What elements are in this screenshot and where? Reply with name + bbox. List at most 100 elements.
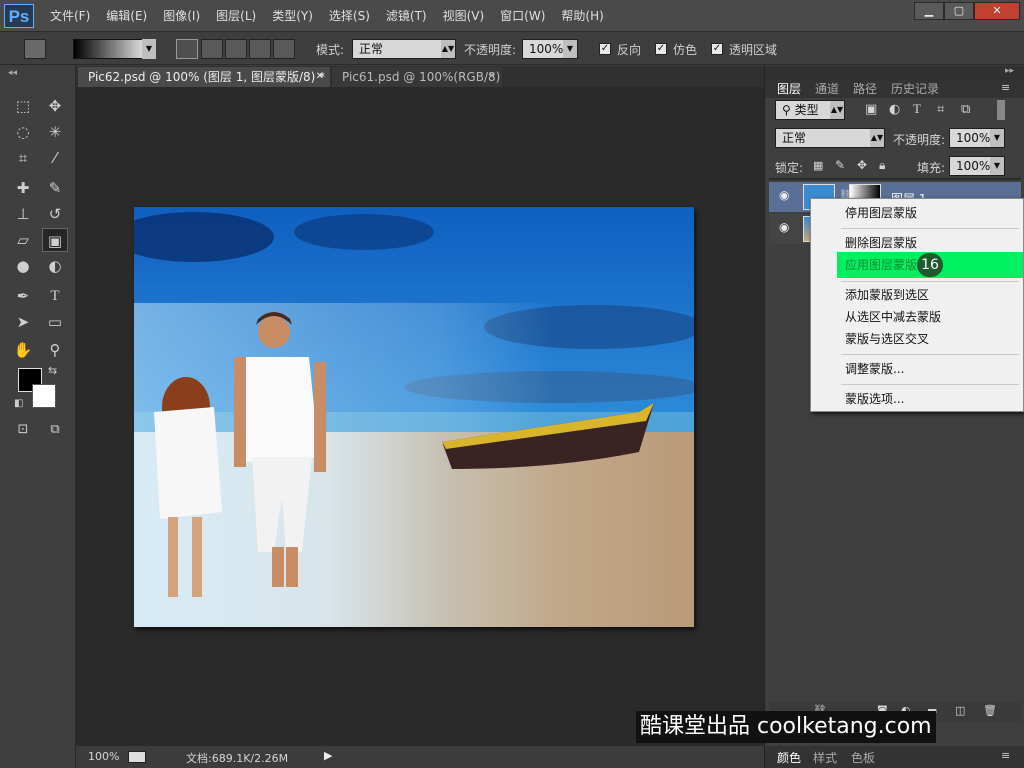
menu-item-delete-mask[interactable]: 删除图层蒙版 <box>845 234 917 252</box>
opacity-field[interactable]: 100% ▼ <box>522 39 578 59</box>
adjustment-filter-icon[interactable]: ◐ <box>889 102 900 117</box>
panel-menu-icon[interactable]: ≡ <box>1001 81 1010 94</box>
status-preview-icon[interactable] <box>128 751 146 763</box>
menu-divider <box>841 384 1019 385</box>
lock-all-icon[interactable]: 🔒︎ <box>879 158 885 173</box>
menu-file[interactable]: 文件(F) <box>42 0 98 32</box>
lock-pixels-icon[interactable]: ✎ <box>835 158 845 172</box>
collapse-icon[interactable]: ◂◂ <box>8 68 17 78</box>
transparency-checkbox[interactable]: ✓ <box>711 43 723 55</box>
swap-colors-icon[interactable]: ⇆ <box>48 364 57 377</box>
pen-tool-icon[interactable]: ✒ <box>10 284 36 308</box>
dither-checkbox[interactable]: ✓ <box>655 43 667 55</box>
shape-filter-icon[interactable]: ⌗ <box>937 102 944 117</box>
eye-icon[interactable]: ◉ <box>779 220 789 234</box>
brush-tool-icon[interactable]: ✎ <box>42 176 68 200</box>
tab-pic62[interactable]: Pic62.psd @ 100% (图层 1, 图层蒙版/8) * ✕ <box>78 67 330 87</box>
linear-gradient-icon[interactable] <box>176 39 198 59</box>
lock-transparent-icon[interactable]: ▦ <box>813 159 823 172</box>
menu-item-mask-options[interactable]: 蒙版选项... <box>845 390 904 408</box>
eyedropper-tool-icon[interactable]: ⁄ <box>42 146 68 170</box>
gradient-tool-icon[interactable]: ▣ <box>42 228 68 252</box>
blur-tool-icon[interactable]: ● <box>10 254 36 278</box>
maximize-button[interactable]: ▢ <box>944 2 974 20</box>
search-icon: ⚲ <box>782 103 795 117</box>
type-filter-icon[interactable]: T <box>913 101 921 117</box>
fill-field[interactable]: 100% ▼ <box>949 156 1005 176</box>
panel-menu-icon[interactable]: ≡ <box>1001 749 1010 762</box>
menu-item-disable-mask[interactable]: 停用图层蒙版 <box>845 204 917 222</box>
tab-swatches[interactable]: 色板 <box>851 749 875 766</box>
filter-toggle[interactable] <box>997 100 1005 120</box>
eye-icon[interactable]: ◉ <box>779 188 789 202</box>
clone-stamp-tool-icon[interactable]: ⊥ <box>10 202 36 226</box>
color-tab-bar: 颜色 样式 色板 ≡ <box>765 746 1024 768</box>
tab-channels[interactable]: 通道 <box>815 81 839 97</box>
quick-mask-icon[interactable]: ⊡ <box>10 418 36 442</box>
diamond-gradient-icon[interactable] <box>273 39 295 59</box>
close-button[interactable]: ✕ <box>974 2 1020 20</box>
hand-tool-icon[interactable]: ✋ <box>10 338 36 362</box>
angle-gradient-icon[interactable] <box>225 39 247 59</box>
new-layer-icon[interactable]: ◫ <box>955 704 965 717</box>
reverse-checkbox[interactable]: ✓ <box>599 43 611 55</box>
menu-item-subtract-mask[interactable]: 从选区中减去蒙版 <box>845 308 941 326</box>
background-color-swatch[interactable] <box>32 384 56 408</box>
menu-item-refine-mask[interactable]: 调整蒙版... <box>845 360 904 378</box>
dodge-tool-icon[interactable]: ◐ <box>42 254 68 278</box>
lasso-tool-icon[interactable]: ◌ <box>10 120 36 144</box>
eraser-tool-icon[interactable]: ▱ <box>10 228 36 252</box>
layer-opacity-field[interactable]: 100% ▼ <box>949 128 1005 148</box>
menu-item-intersect-mask[interactable]: 蒙版与选区交叉 <box>845 330 929 348</box>
collapse-icon[interactable]: ▸▸ <box>1005 66 1014 76</box>
tab-paths[interactable]: 路径 <box>853 81 877 97</box>
marquee-tool-icon[interactable]: ⬚ <box>10 94 36 118</box>
blend-mode-select[interactable]: 正常 ▲▼ <box>775 128 885 148</box>
healing-brush-tool-icon[interactable]: ✚ <box>10 176 36 200</box>
menu-select[interactable]: 选择(S) <box>321 0 378 32</box>
radial-gradient-icon[interactable] <box>201 39 223 59</box>
history-brush-tool-icon[interactable]: ↺ <box>42 202 68 226</box>
chevron-down-icon: ▼ <box>563 40 577 58</box>
gradient-tool-preset-icon[interactable] <box>24 39 46 59</box>
tab-styles[interactable]: 样式 <box>813 749 837 766</box>
menu-filter[interactable]: 滤镜(T) <box>378 0 435 32</box>
menu-edit[interactable]: 编辑(E) <box>98 0 155 32</box>
zoom-level[interactable]: 100% <box>88 750 119 763</box>
zoom-tool-icon[interactable]: ⚲ <box>42 338 68 362</box>
mode-value: 正常 <box>359 42 384 56</box>
type-tool-icon[interactable]: T <box>42 284 68 308</box>
close-icon[interactable]: ✕ <box>488 67 496 87</box>
tab-pic61[interactable]: Pic61.psd @ 100%(RGB/8) ✕ <box>332 67 502 87</box>
menu-item-apply-mask[interactable]: 应用图层蒙版 <box>845 256 917 274</box>
default-colors-icon[interactable]: ◧ <box>14 398 23 409</box>
menu-image[interactable]: 图像(I) <box>155 0 208 32</box>
menu-type[interactable]: 类型(Y) <box>264 0 321 32</box>
menu-item-add-mask-to-selection[interactable]: 添加蒙版到选区 <box>845 286 929 304</box>
minimize-button[interactable]: ▁ <box>914 2 944 20</box>
menu-layer[interactable]: 图层(L) <box>208 0 264 32</box>
screen-mode-icon[interactable]: ⧉ <box>42 418 68 442</box>
crop-tool-icon[interactable]: ⌗ <box>10 146 36 170</box>
menu-view[interactable]: 视图(V) <box>435 0 493 32</box>
magic-wand-tool-icon[interactable]: ✳ <box>42 120 68 144</box>
mode-select[interactable]: 正常 ▲▼ <box>352 39 456 59</box>
menu-window[interactable]: 窗口(W) <box>492 0 553 32</box>
close-icon[interactable]: ✕ <box>316 67 324 87</box>
reflected-gradient-icon[interactable] <box>249 39 271 59</box>
rectangle-tool-icon[interactable]: ▭ <box>42 310 68 334</box>
path-selection-tool-icon[interactable]: ➤ <box>10 310 36 334</box>
document-canvas-image[interactable] <box>134 207 694 627</box>
tab-color[interactable]: 颜色 <box>777 749 801 766</box>
smart-object-filter-icon[interactable]: ⧉ <box>961 102 970 117</box>
menu-help[interactable]: 帮助(H) <box>553 0 611 32</box>
pixel-filter-icon[interactable]: ▣ <box>865 102 877 117</box>
status-menu-arrow-icon[interactable]: ▶ <box>324 749 332 762</box>
tab-history[interactable]: 历史记录 <box>891 81 939 97</box>
tab-layers[interactable]: 图层 <box>777 81 801 97</box>
trash-icon[interactable]: 🗑︎ <box>983 704 997 717</box>
move-tool-icon[interactable]: ✥ <box>42 94 68 118</box>
layer-filter-select[interactable]: ⚲ 类型 ▲▼ <box>775 100 845 120</box>
lock-position-icon[interactable]: ✥ <box>857 158 867 172</box>
chevron-down-icon[interactable]: ▼ <box>142 39 156 59</box>
